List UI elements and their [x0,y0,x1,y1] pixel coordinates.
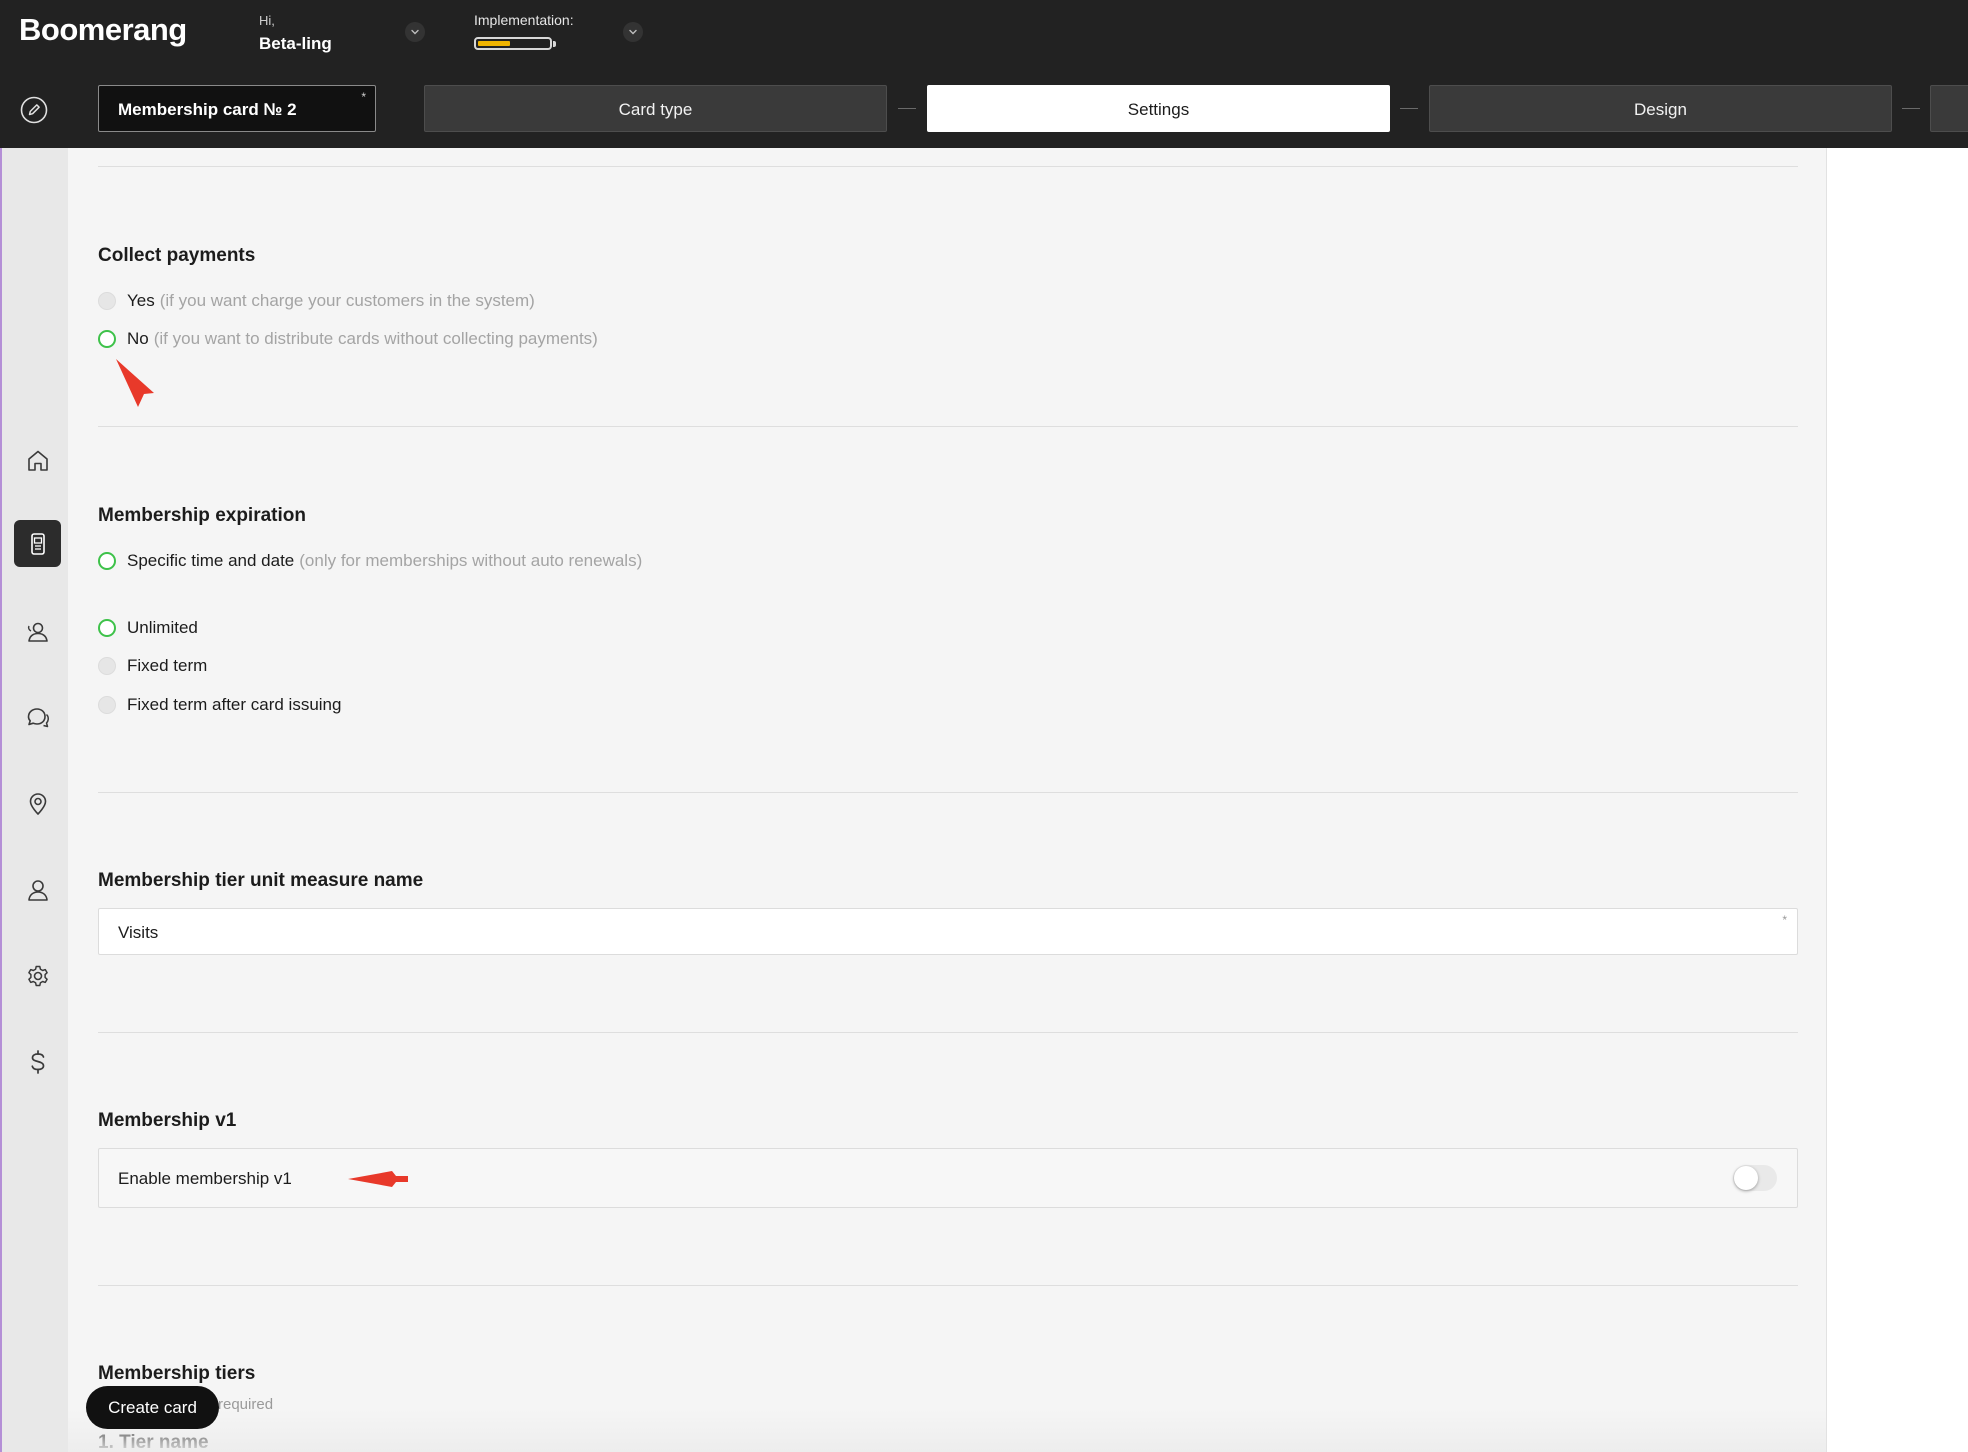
radio-label: Yes [127,291,155,310]
dollar-icon[interactable] [14,1038,61,1085]
section-divider [98,166,1798,167]
radio-hint: (only for memberships without auto renew… [299,551,643,570]
tier-unit-value: Visits [118,923,159,942]
required-asterisk: * [1782,913,1787,927]
edit-icon[interactable] [20,96,48,129]
user-name[interactable]: Beta-ling [259,34,332,54]
greeting-label: Hi, [259,13,275,28]
section-divider [98,792,1798,793]
radio-expiration-unlimited[interactable]: Unlimited [98,616,198,640]
radio-expiration-fixed-term[interactable]: Fixed term [98,654,207,678]
step-connector [898,108,916,109]
collect-payments-title: Collect payments [98,245,256,266]
card-name-text: Membership card № 2 [118,100,297,119]
implementation-label: Implementation: [474,12,574,28]
radio-button[interactable] [98,657,116,675]
chat-icon[interactable] [14,694,61,741]
radio-button[interactable] [98,330,116,348]
required-note: required [218,1396,274,1413]
radio-collect-payments-yes[interactable]: Yes (if you want charge your customers i… [98,289,535,313]
user-icon[interactable] [14,866,61,913]
radio-hint: (if you want to distribute cards without… [153,329,598,348]
tier-unit-input[interactable]: Visits * [98,908,1798,955]
radio-label: Unlimited [127,618,198,637]
step-connector [1400,108,1418,109]
implementation-progress-fill [478,41,510,46]
radio-label: No [127,329,149,348]
create-card-button[interactable]: Create card [86,1386,219,1429]
radio-label: Specific time and date [127,551,295,570]
step-card-type[interactable]: Card type [424,85,887,132]
enable-membership-v1-label: Enable membership v1 [118,1169,292,1188]
section-divider [98,1285,1798,1286]
radio-button[interactable] [98,552,116,570]
toggle-knob [1734,1166,1758,1190]
right-panel [1826,148,1968,1452]
membership-expiration-title: Membership expiration [98,505,306,526]
section-divider [98,426,1798,427]
radio-label: Fixed term after card issuing [127,695,342,714]
step-next-partial[interactable] [1930,85,1968,132]
radio-button[interactable] [98,619,116,637]
radio-label: Fixed term [127,656,208,675]
annotation-arrow-icon [116,359,154,407]
section-divider [98,1032,1798,1033]
implementation-progress-bar [474,37,552,50]
location-pin-icon[interactable] [14,780,61,827]
card-name-field[interactable]: Membership card № 2 * [98,85,376,132]
radio-hint: (if you want charge your customers in th… [159,291,535,310]
radio-collect-payments-no[interactable]: No (if you want to distribute cards with… [98,327,598,351]
user-menu-chevron-down-icon[interactable] [405,22,425,42]
step-settings[interactable]: Settings [927,85,1390,132]
membership-v1-title: Membership v1 [98,1110,237,1131]
required-asterisk: * [361,90,366,104]
top-bar: Boomerang Hi, Beta-ling Implementation: [0,0,1968,70]
enable-membership-v1-toggle[interactable] [1733,1165,1777,1191]
radio-button[interactable] [98,696,116,714]
card-device-icon[interactable] [14,520,61,567]
membership-tiers-title: Membership tiers [98,1363,256,1384]
tier-unit-title: Membership tier unit measure name [98,870,424,891]
customers-icon[interactable] [14,608,61,655]
sidebar [0,148,68,1452]
tier-name-label: 1. Tier name [98,1432,209,1452]
progress-bar-tip [553,41,556,47]
implementation-chevron-down-icon[interactable] [623,22,643,42]
radio-expiration-fixed-term-after-issuing[interactable]: Fixed term after card issuing [98,693,341,717]
home-icon[interactable] [14,437,61,484]
radio-button[interactable] [98,292,116,310]
brand-logo[interactable]: Boomerang [19,12,187,48]
step-connector [1902,108,1920,109]
gear-icon[interactable] [14,952,61,999]
step-design[interactable]: Design [1429,85,1892,132]
radio-expiration-specific-date[interactable]: Specific time and date (only for members… [98,549,642,573]
annotation-arrow-icon [348,1171,408,1187]
